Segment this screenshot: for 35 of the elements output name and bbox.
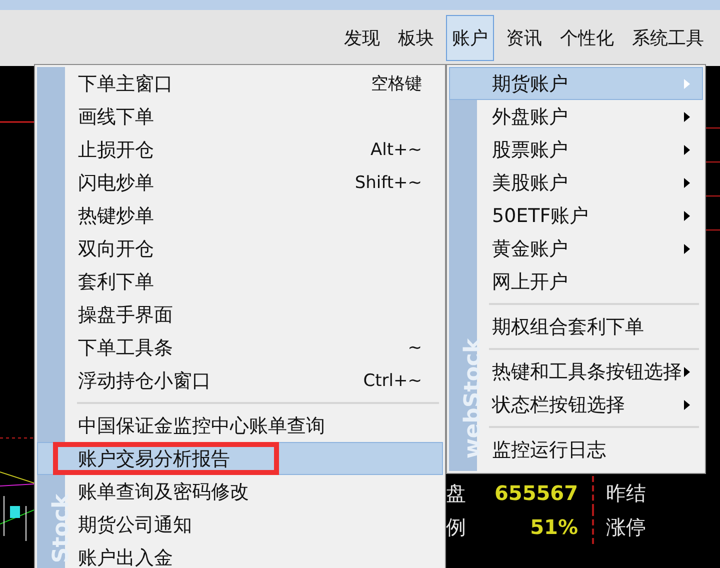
shortcut-label: Ctrl+~ xyxy=(363,370,422,390)
menu-item[interactable]: 网上开户 xyxy=(477,265,703,298)
menu-item[interactable]: 中国保证金监控中心账单查询 xyxy=(65,409,443,442)
quote-label: 盘 xyxy=(446,480,467,506)
menu-bar-item[interactable]: 资讯 xyxy=(500,15,548,61)
shortcut-label: 空格键 xyxy=(371,73,422,95)
menu-bar-item[interactable]: 账户 xyxy=(446,15,494,61)
quote-value: 655567 xyxy=(494,481,578,505)
menu-item[interactable]: 期货账户 xyxy=(449,67,703,100)
menu-item[interactable]: 双向开仓 xyxy=(65,232,443,265)
menu-item[interactable]: 50ETF账户 xyxy=(477,199,703,232)
menu-bar-item[interactable]: 板块 xyxy=(392,15,440,61)
menu-bar-item[interactable]: 系统工具 xyxy=(626,15,710,61)
menu-item[interactable]: 浮动持仓小窗口 Ctrl+~ xyxy=(65,364,443,397)
menu-item[interactable]: 下单工具条 ~ xyxy=(65,331,443,364)
menu-bar-item[interactable]: 个性化 xyxy=(554,15,620,61)
menu-item[interactable]: 外盘账户 xyxy=(477,100,703,133)
shortcut-label: Alt+~ xyxy=(370,140,422,160)
menu-item[interactable]: 黄金账户 xyxy=(477,232,703,265)
shortcut-label: ~ xyxy=(408,338,422,358)
menu-item[interactable]: 操盘手界面 xyxy=(65,298,443,331)
menu-item[interactable]: 画线下单 xyxy=(65,100,443,133)
menu-item[interactable]: 止损开仓 Alt+~ xyxy=(65,133,443,166)
menu-item[interactable]: 闪电炒单 Shift+~ xyxy=(65,166,443,199)
quote-label: 昨结 xyxy=(606,480,646,506)
quote-label: 例 xyxy=(446,514,467,540)
menu-item[interactable]: 热键炒单 xyxy=(65,199,443,232)
quote-value: 51% xyxy=(529,515,578,539)
shortcut-label: Shift+~ xyxy=(354,172,422,192)
menu-item[interactable]: 美股账户 xyxy=(477,166,703,199)
menu-item[interactable]: 下单主窗口 空格键 xyxy=(65,67,443,100)
quote-label: 涨停 xyxy=(606,514,646,540)
menu-item[interactable]: 套利下单 xyxy=(65,265,443,298)
menu-bar-item[interactable]: 发现 xyxy=(338,15,386,61)
menu-item[interactable]: 股票账户 xyxy=(477,133,703,166)
